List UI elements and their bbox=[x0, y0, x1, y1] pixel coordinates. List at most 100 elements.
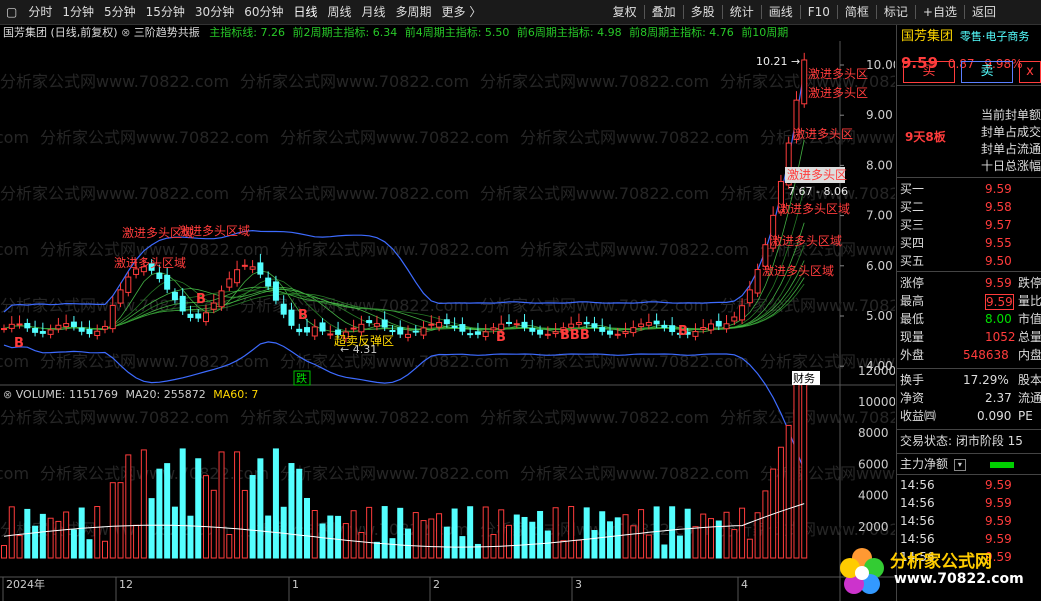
buy-signal-b: B bbox=[14, 336, 24, 351]
volume-gear-icon[interactable]: ⊗ bbox=[3, 388, 16, 401]
mark-button[interactable]: 标记 bbox=[879, 0, 913, 24]
volume-bar bbox=[692, 526, 699, 559]
volume-bar bbox=[117, 482, 124, 559]
draw-button[interactable]: 画线 bbox=[764, 0, 798, 24]
signal-label: 激进多头区 bbox=[808, 67, 868, 81]
stat-row: 最高 9.59 量比 bbox=[897, 293, 1041, 310]
volume-bar bbox=[288, 463, 295, 559]
stat-extra-label: 量比 bbox=[1018, 294, 1041, 308]
add-watchlist-button[interactable]: +自选 bbox=[918, 0, 962, 24]
tab-15min[interactable]: 15分钟 bbox=[141, 0, 190, 24]
stock-tags[interactable]: 零售·电子商务 bbox=[960, 30, 1030, 43]
signal-label: 激进多头区域 bbox=[778, 202, 850, 216]
candle-body bbox=[125, 276, 132, 293]
candle-body bbox=[226, 278, 233, 288]
candle-body bbox=[521, 321, 528, 328]
date-label: 1 bbox=[292, 578, 299, 591]
candle-body bbox=[171, 291, 178, 301]
site-logo: 分析家公式网 www.70822.com bbox=[836, 543, 1041, 601]
candle-body bbox=[568, 323, 575, 328]
tab-30min[interactable]: 30分钟 bbox=[190, 0, 239, 24]
volume-bar bbox=[156, 468, 163, 559]
divider bbox=[914, 5, 916, 19]
adjust-button[interactable]: 复权 bbox=[608, 0, 642, 24]
stat2-label: 净资 bbox=[900, 391, 925, 405]
volume-value: VOLUME: 1151769 bbox=[15, 388, 118, 401]
price-axis-label: 8.00 bbox=[866, 158, 893, 172]
watermark-text: 分析家公式网www.70822.com bbox=[480, 184, 709, 203]
stat2-label: 换手 bbox=[900, 373, 925, 387]
multi-stock-button[interactable]: 多股 bbox=[686, 0, 720, 24]
order-book-row: 买四 9.55 bbox=[897, 235, 1041, 252]
signal-label: 激进多头区域 bbox=[114, 256, 186, 270]
tab-more[interactable]: 更多 〉 bbox=[437, 0, 487, 24]
order-price: 9.55 bbox=[985, 236, 1012, 250]
candle-body bbox=[459, 324, 466, 332]
sell-button[interactable]: 卖 bbox=[961, 61, 1013, 83]
tab-1min[interactable]: 1分钟 bbox=[57, 0, 99, 24]
chart-area[interactable]: 国芳集团 (日线,前复权) ⊗ 三阶趋势共振 主指标线: 7.26 前2周期主指… bbox=[0, 25, 895, 601]
candle-body bbox=[622, 331, 629, 335]
buy-button[interactable]: 买 bbox=[903, 61, 955, 83]
tab-daily[interactable]: 日线 bbox=[288, 0, 322, 24]
volume-bar bbox=[296, 468, 303, 559]
stats-button[interactable]: 统计 bbox=[725, 0, 759, 24]
candle-body bbox=[443, 319, 450, 325]
stat2-row: 净资 2.37 流通 bbox=[897, 390, 1041, 407]
volume-bar bbox=[86, 539, 93, 559]
stock-name[interactable]: 国芳集团 bbox=[901, 29, 953, 44]
stat-row: 现量 1052 总量 bbox=[897, 329, 1041, 346]
volume-bar bbox=[591, 530, 598, 559]
tick-row: 14:56 9.59 bbox=[897, 513, 1041, 530]
more-button[interactable]: x bbox=[1019, 61, 1041, 83]
dropdown-icon[interactable]: ▾ bbox=[953, 458, 966, 471]
main-flow-label[interactable]: 主力净额 bbox=[900, 457, 948, 471]
candle-body bbox=[55, 324, 62, 330]
price-axis-label: 9.00 bbox=[866, 108, 893, 122]
candle-body bbox=[234, 269, 241, 284]
tab-weekly[interactable]: 周线 bbox=[323, 0, 357, 24]
candle-body bbox=[607, 330, 613, 335]
window-menu-icon[interactable]: ▢ bbox=[0, 0, 23, 24]
stat-extra-label: 内盘 bbox=[1018, 348, 1041, 362]
volume-axis-label: 10000 bbox=[858, 395, 895, 409]
candle-body bbox=[350, 327, 357, 330]
volume-bar bbox=[164, 463, 171, 559]
tab-5min[interactable]: 5分钟 bbox=[99, 0, 141, 24]
back-button[interactable]: 返回 bbox=[967, 0, 1001, 24]
candle-body bbox=[731, 316, 738, 322]
tab-multi-period[interactable]: 多周期 bbox=[391, 0, 437, 24]
divider bbox=[799, 5, 801, 19]
volume-bar bbox=[661, 544, 668, 559]
f10-button[interactable]: F10 bbox=[803, 0, 835, 24]
candle-body bbox=[187, 313, 194, 318]
kline-chart-svg[interactable]: 分析家公式网www.70822.com 分析家公式网www.70822.com 分析… bbox=[0, 25, 895, 601]
price-axis-label: 10.00 bbox=[866, 58, 895, 72]
volume-axis-label: 4000 bbox=[858, 489, 889, 503]
watermark-text: 分析家公式网www.70822.com bbox=[480, 408, 709, 427]
volume-bar bbox=[451, 508, 458, 559]
tab-60min[interactable]: 60分钟 bbox=[239, 0, 288, 24]
watermark-text: 分析家公式网www.70822.com bbox=[0, 464, 29, 483]
simple-frame-button[interactable]: 简框 bbox=[840, 0, 874, 24]
tab-monthly[interactable]: 月线 bbox=[357, 0, 391, 24]
main-flow-row: 主力净额 ▾ bbox=[897, 456, 1041, 473]
candle-body bbox=[614, 333, 621, 336]
tick-price: 9.59 bbox=[985, 496, 1012, 510]
volume-bar bbox=[521, 516, 528, 559]
ma60-value: MA60: 7 bbox=[213, 388, 259, 401]
watermark-text: 分析家公式网www.70822.com bbox=[280, 464, 509, 483]
tab-fenshi[interactable]: 分时 bbox=[23, 0, 57, 24]
candle-body bbox=[24, 322, 31, 329]
volume-bar bbox=[102, 540, 108, 559]
volume-bar bbox=[241, 489, 248, 559]
volume-bar bbox=[739, 507, 746, 559]
stat2-value: 17.29% bbox=[963, 373, 1009, 387]
candle-body bbox=[397, 327, 404, 335]
candle-body bbox=[195, 313, 202, 319]
overlay-button[interactable]: 叠加 bbox=[647, 0, 681, 24]
divider bbox=[897, 271, 1041, 272]
candle-body bbox=[653, 320, 660, 325]
stat-extra-label: 市值 bbox=[1018, 312, 1041, 326]
seal-note-4: 十日总涨幅 bbox=[981, 159, 1041, 173]
